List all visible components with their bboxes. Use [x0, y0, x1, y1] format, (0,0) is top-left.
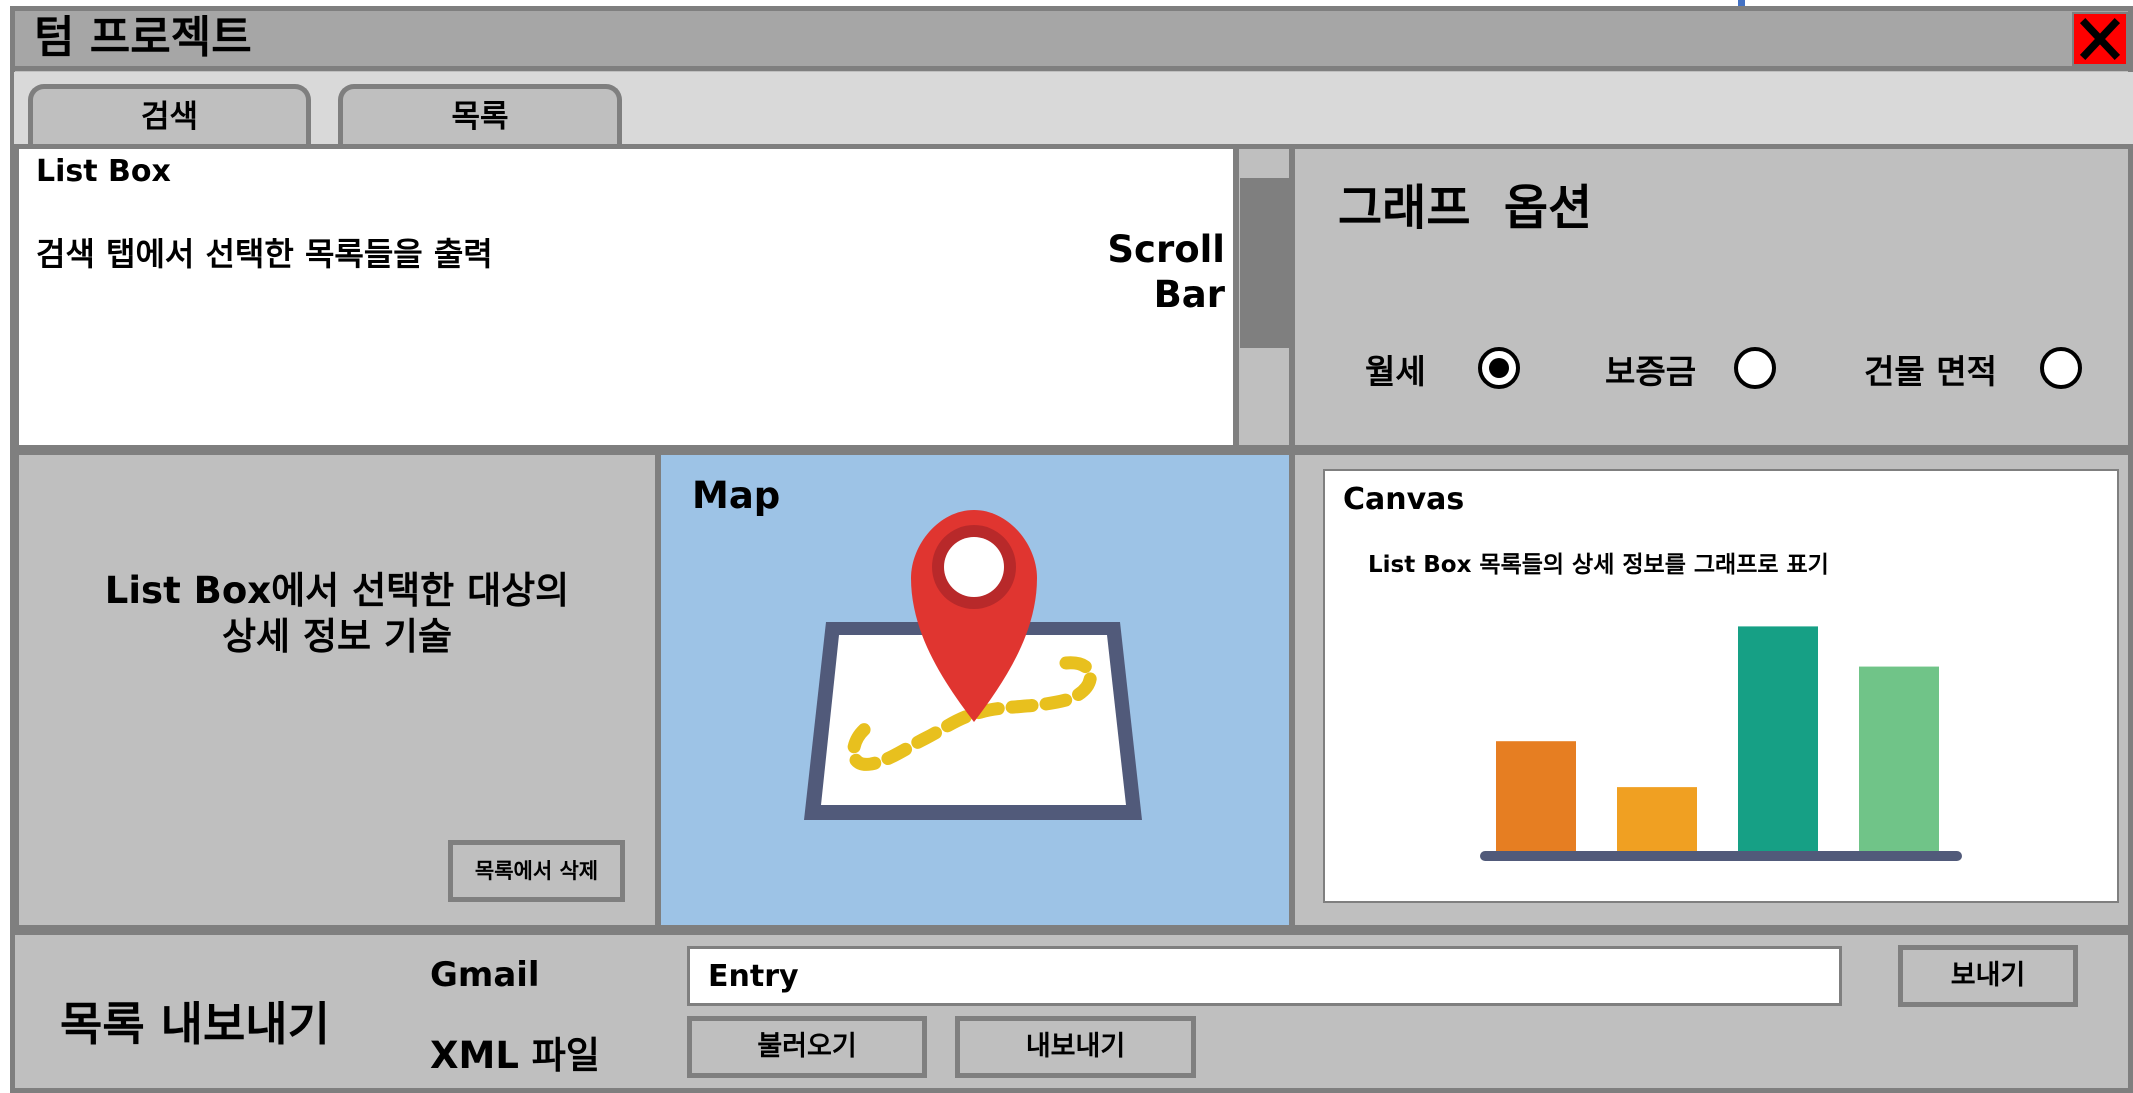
- radio-label-area: 건물 면적: [1864, 352, 1997, 391]
- graph-options-title: 그래프 옵션: [1338, 180, 1593, 236]
- export-title: 목록 내보내기: [60, 997, 330, 1051]
- list-box-description: 검색 탭에서 선택한 목록들을 출력: [36, 235, 493, 273]
- xml-file-label: XML 파일: [430, 1034, 600, 1077]
- delete-from-list-button[interactable]: 목록에서 삭제: [448, 840, 625, 902]
- scrollbar-label: Scroll Bar: [1107, 228, 1225, 316]
- close-button[interactable]: [2072, 12, 2128, 66]
- chart-baseline: [1480, 851, 1962, 861]
- chart-bar-3: [1738, 626, 1818, 856]
- map-pin-icon: [804, 510, 1142, 820]
- tab-search[interactable]: 검색: [28, 84, 311, 146]
- radio-label-rent: 월세: [1365, 352, 1426, 391]
- load-button[interactable]: 불러오기: [687, 1016, 927, 1078]
- radio-label-deposit: 보증금: [1605, 352, 1697, 391]
- chart-bar-4: [1859, 666, 1939, 856]
- title-bar: [10, 6, 2133, 71]
- gmail-label: Gmail: [430, 955, 540, 995]
- radio-rent[interactable]: [1478, 347, 1520, 389]
- email-entry-input[interactable]: [687, 946, 1842, 1006]
- scrollbar-thumb[interactable]: [1240, 178, 1290, 348]
- radio-deposit[interactable]: [1734, 347, 1776, 389]
- detail-line-2: 상세 정보 기술: [221, 615, 452, 658]
- chart-bar-1: [1496, 741, 1576, 856]
- bar-chart: [1480, 626, 1962, 861]
- chart-bar-2: [1617, 787, 1697, 856]
- export-button[interactable]: 내보내기: [955, 1016, 1196, 1078]
- map-title: Map: [692, 474, 781, 517]
- send-button[interactable]: 보내기: [1898, 945, 2078, 1007]
- tab-strip: [14, 72, 2133, 144]
- detail-line-1: List Box에서 선택한 대상의: [104, 569, 570, 612]
- list-box-title: List Box: [36, 154, 171, 189]
- window-title: 텀 프로젝트: [34, 12, 252, 63]
- radio-area[interactable]: [2040, 347, 2082, 389]
- detail-description: List Box에서 선택한 대상의 상세 정보 기술: [14, 568, 660, 660]
- close-icon: [2079, 18, 2121, 60]
- list-box[interactable]: [14, 144, 1238, 450]
- canvas-title: Canvas: [1343, 482, 1465, 517]
- tab-list[interactable]: 목록: [338, 84, 622, 146]
- canvas-description: List Box 목록들의 상세 정보를 그래프로 표기: [1368, 552, 1829, 578]
